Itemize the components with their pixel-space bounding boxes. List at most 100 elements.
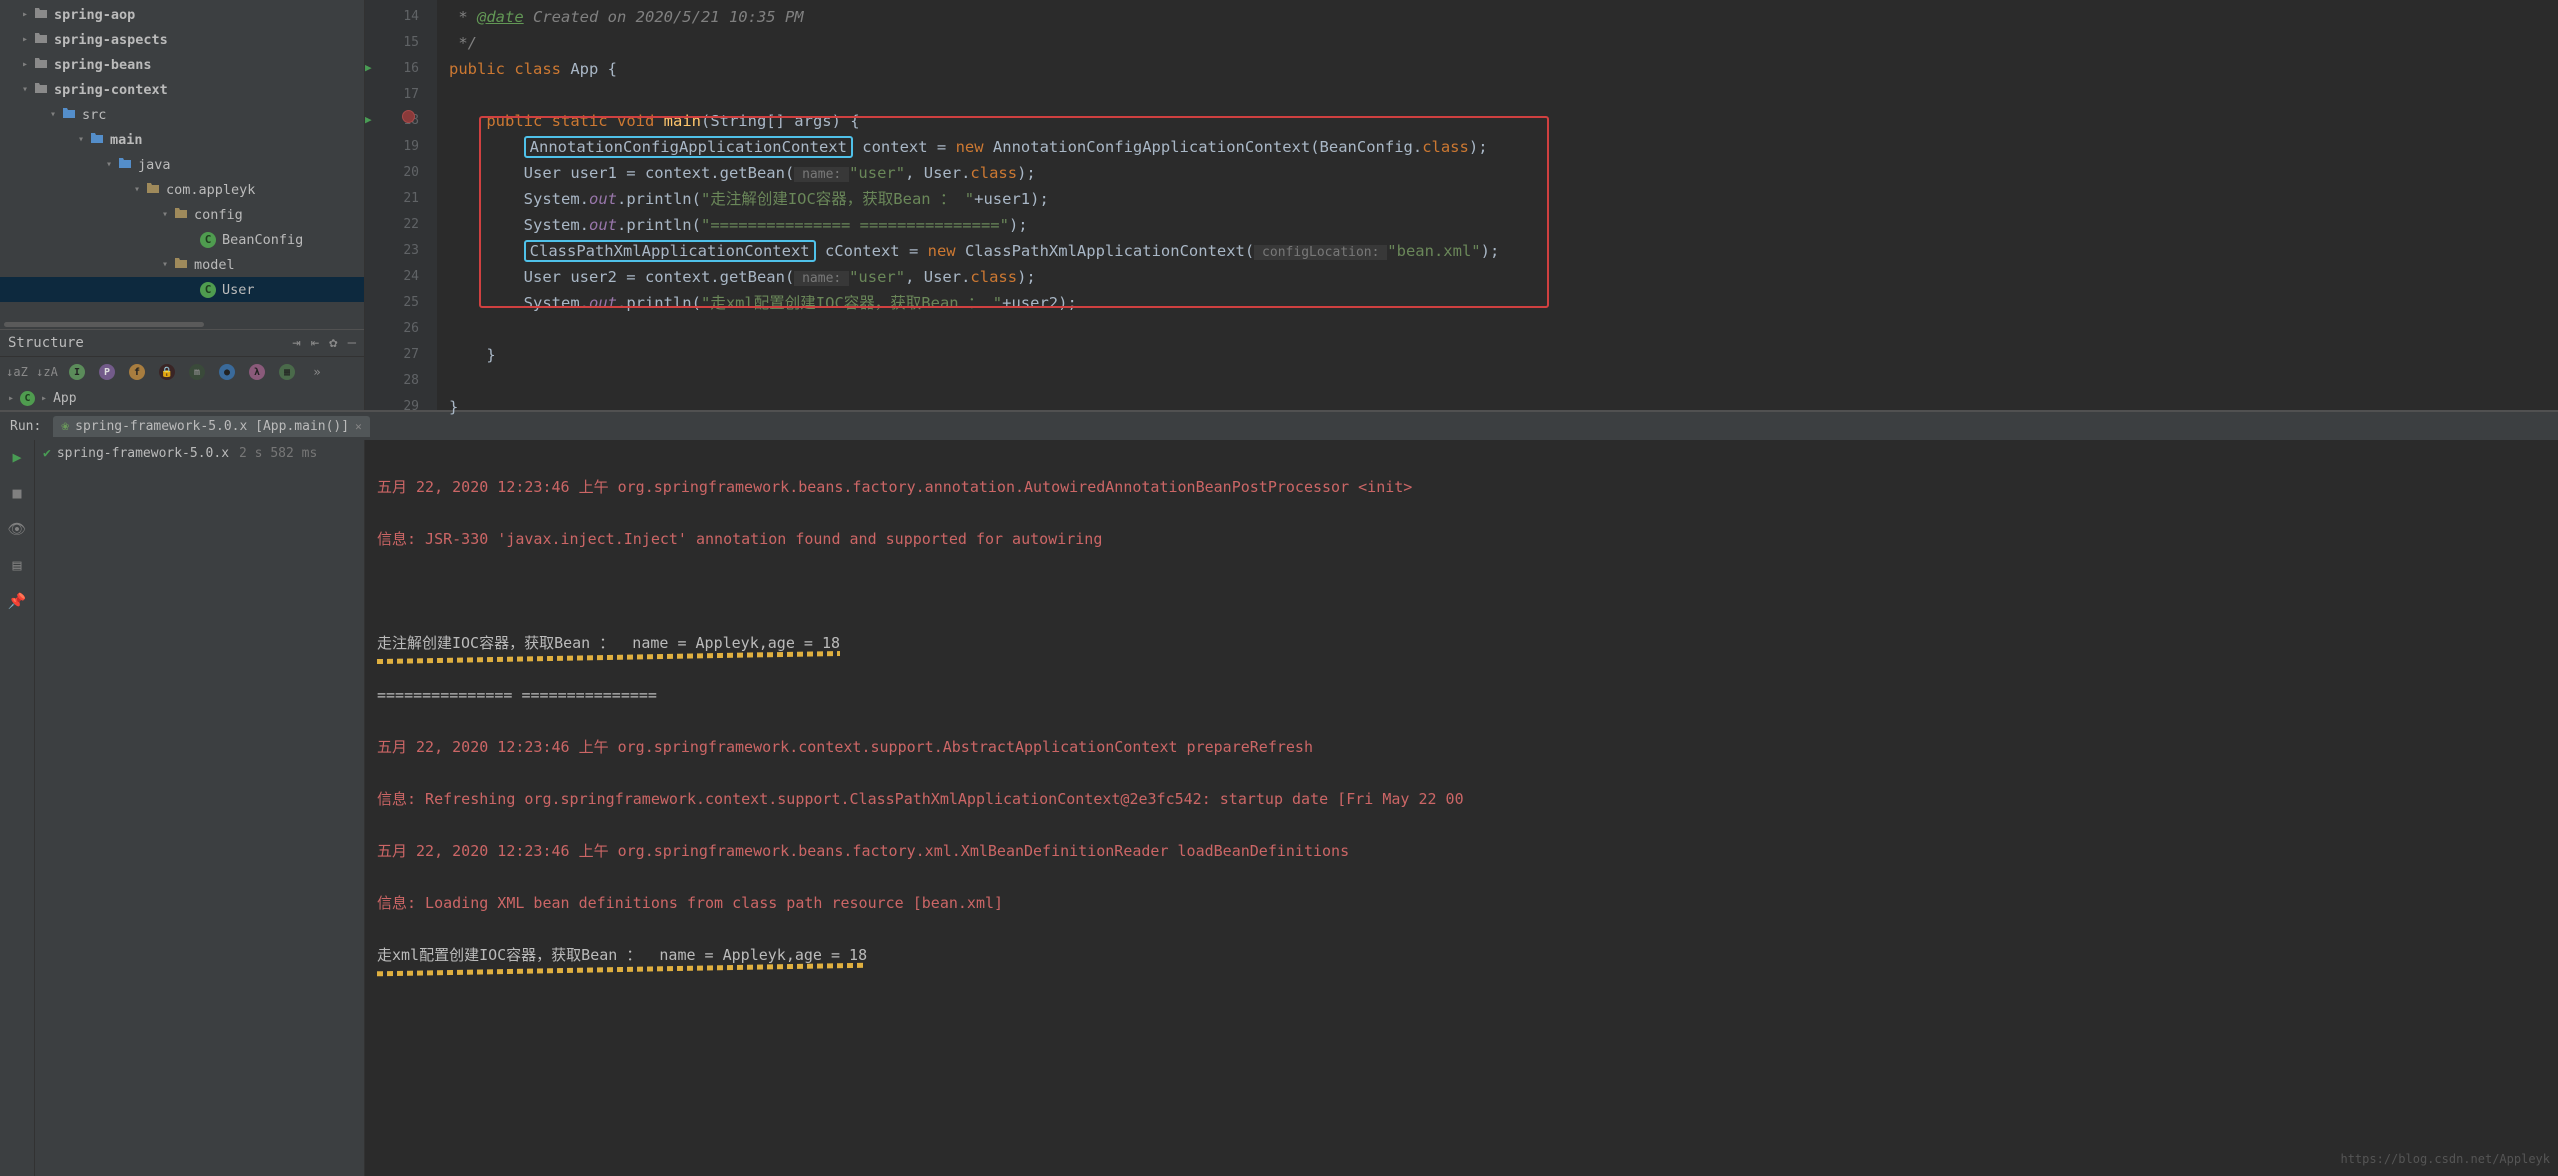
filter-class-icon[interactable]: ● bbox=[219, 364, 235, 380]
tree-item-label: spring-beans bbox=[54, 57, 152, 73]
breakpoint-icon[interactable] bbox=[402, 110, 415, 123]
horizontal-scrollbar[interactable] bbox=[0, 319, 364, 329]
tree-item-label: spring-aop bbox=[54, 7, 135, 23]
log-line: 信息: JSR-330 'javax.inject.Inject' annota… bbox=[377, 526, 2546, 552]
tree-item[interactable]: ▸ spring-beans bbox=[0, 52, 364, 77]
line-number[interactable]: 20 bbox=[365, 160, 419, 186]
log-line bbox=[377, 578, 2546, 604]
tree-item[interactable]: ▾main bbox=[0, 127, 364, 152]
line-number[interactable]: 29 bbox=[365, 394, 419, 420]
folder-icon bbox=[116, 157, 134, 173]
expand-icon[interactable]: ▾ bbox=[74, 134, 88, 145]
expand-icon[interactable]: ▾ bbox=[102, 159, 116, 170]
expand-icon[interactable]: ▸ bbox=[18, 9, 32, 20]
filter-method-icon[interactable]: m bbox=[189, 364, 205, 380]
more-icon[interactable]: » bbox=[306, 361, 328, 383]
line-number[interactable]: 16 bbox=[365, 56, 419, 82]
rerun-icon[interactable]: ▶ bbox=[12, 448, 21, 466]
expand-icon[interactable]: ▸ bbox=[18, 34, 32, 45]
pin-icon[interactable]: 📌 bbox=[8, 592, 27, 610]
tree-item[interactable]: ▾ spring-context bbox=[0, 77, 364, 102]
filter-anon-icon[interactable]: ▦ bbox=[279, 364, 295, 380]
layout-icon[interactable]: ▤ bbox=[12, 556, 21, 574]
class-icon: C bbox=[200, 282, 216, 298]
line-number[interactable]: 24 bbox=[365, 264, 419, 290]
line-number[interactable]: 28 bbox=[365, 368, 419, 394]
structure-class-name[interactable]: App bbox=[53, 391, 76, 406]
run-line-icon[interactable]: ▶ bbox=[365, 107, 372, 133]
run-tree[interactable]: ✔ spring-framework-5.0.x 2 s 582 ms bbox=[35, 440, 365, 1176]
line-number[interactable]: 21 bbox=[365, 186, 419, 212]
hide-icon[interactable]: — bbox=[348, 335, 356, 351]
filter-lambda-icon[interactable]: λ bbox=[249, 364, 265, 380]
expand-icon[interactable]: ▾ bbox=[158, 259, 172, 270]
filter-private-icon[interactable]: 🔒 bbox=[159, 364, 175, 380]
log-line: 走注解创建IOC容器，获取Bean ： name = Appleyk,age =… bbox=[377, 630, 2546, 656]
expand-icon[interactable]: ▾ bbox=[18, 84, 32, 95]
structure-body[interactable]: ▸ C ▸ App bbox=[0, 387, 364, 410]
folder-icon bbox=[32, 57, 50, 73]
editor[interactable]: ▶ ▶ 14151617181920212223242526272829 * @… bbox=[365, 0, 2558, 410]
expand-icon[interactable]: ▾ bbox=[158, 209, 172, 220]
editor-gutter[interactable]: ▶ ▶ 14151617181920212223242526272829 bbox=[365, 0, 437, 410]
tree-item[interactable]: ▸spring-aspects bbox=[0, 27, 364, 52]
run-duration: 2 s 582 ms bbox=[239, 446, 317, 461]
line-number[interactable]: 19 bbox=[365, 134, 419, 160]
tree-item-label: BeanConfig bbox=[222, 232, 303, 248]
structure-title: Structure bbox=[8, 335, 84, 351]
line-number[interactable]: 26 bbox=[365, 316, 419, 342]
folder-icon bbox=[172, 207, 190, 223]
filter-interface-icon[interactable]: I bbox=[69, 364, 85, 380]
tree-item-label: User bbox=[222, 282, 255, 298]
code-area[interactable]: * @date Created on 2020/5/21 10:35 PM */… bbox=[437, 0, 2558, 410]
folder-icon bbox=[144, 182, 162, 198]
filter-field-icon[interactable]: f bbox=[129, 364, 145, 380]
show-icon[interactable]: 👁 bbox=[7, 520, 26, 538]
tree-item[interactable]: ▾model bbox=[0, 252, 364, 277]
tree-item[interactable]: ▸ spring-aop bbox=[0, 2, 364, 27]
tree-item[interactable]: ▾ java bbox=[0, 152, 364, 177]
log-line: 五月 22, 2020 12:23:46 上午 org.springframew… bbox=[377, 838, 2546, 864]
log-line: 走xml配置创建IOC容器，获取Bean ： name = Appleyk,ag… bbox=[377, 942, 2546, 968]
run-tab[interactable]: ❀ spring-framework-5.0.x [App.main()] ✕ bbox=[53, 416, 369, 437]
run-config-name: spring-framework-5.0.x bbox=[57, 446, 229, 461]
line-number[interactable]: 17 bbox=[365, 82, 419, 108]
settings-icon[interactable]: ✿ bbox=[329, 335, 337, 351]
filter-property-icon[interactable]: P bbox=[99, 364, 115, 380]
tree-item[interactable]: C User bbox=[0, 277, 364, 302]
expand-icon[interactable]: ▾ bbox=[130, 184, 144, 195]
line-number[interactable]: 27 bbox=[365, 342, 419, 368]
tree-item[interactable]: ▾src bbox=[0, 102, 364, 127]
tree-item[interactable]: ▾com.appleyk bbox=[0, 177, 364, 202]
stop-icon[interactable]: ■ bbox=[12, 484, 21, 502]
tree-item-label: java bbox=[138, 157, 171, 173]
expand-icon[interactable]: ▸ bbox=[18, 59, 32, 70]
folder-icon bbox=[32, 82, 50, 98]
line-number[interactable]: 22 bbox=[365, 212, 419, 238]
folder-icon bbox=[32, 7, 50, 23]
sort-za-icon[interactable]: ↓zA bbox=[36, 361, 58, 383]
line-number[interactable]: 15 bbox=[365, 30, 419, 56]
tree-item[interactable]: ▾config bbox=[0, 202, 364, 227]
structure-toolbar: ↓aZ ↓zA I P f 🔒 m ● λ ▦ » bbox=[0, 357, 364, 387]
run-label: Run: bbox=[10, 419, 41, 434]
close-icon[interactable]: ✕ bbox=[355, 420, 362, 433]
expand-icon[interactable]: ⇤ bbox=[311, 335, 319, 351]
line-number[interactable]: 14 bbox=[365, 4, 419, 30]
log-line: 信息: Refreshing org.springframework.conte… bbox=[377, 786, 2546, 812]
log-line: 五月 22, 2020 12:23:46 上午 org.springframew… bbox=[377, 474, 2546, 500]
tree-item-label: spring-context bbox=[54, 82, 168, 98]
folder-icon bbox=[32, 32, 50, 48]
project-tree[interactable]: ▸spring-aop▸spring-aspects▸spring-beans▾… bbox=[0, 0, 364, 319]
collapse-icon[interactable]: ⇥ bbox=[292, 335, 300, 351]
run-line-icon[interactable]: ▶ bbox=[365, 55, 372, 81]
line-number[interactable]: 23 bbox=[365, 238, 419, 264]
line-number[interactable]: 25 bbox=[365, 290, 419, 316]
expand-icon[interactable]: ▸ bbox=[8, 393, 14, 404]
tree-item[interactable]: CBeanConfig bbox=[0, 227, 364, 252]
folder-icon bbox=[172, 257, 190, 273]
sort-az-icon[interactable]: ↓aZ bbox=[6, 361, 28, 383]
folder-icon bbox=[88, 132, 106, 148]
console-output[interactable]: 五月 22, 2020 12:23:46 上午 org.springframew… bbox=[365, 440, 2558, 1176]
expand-icon[interactable]: ▾ bbox=[46, 109, 60, 120]
